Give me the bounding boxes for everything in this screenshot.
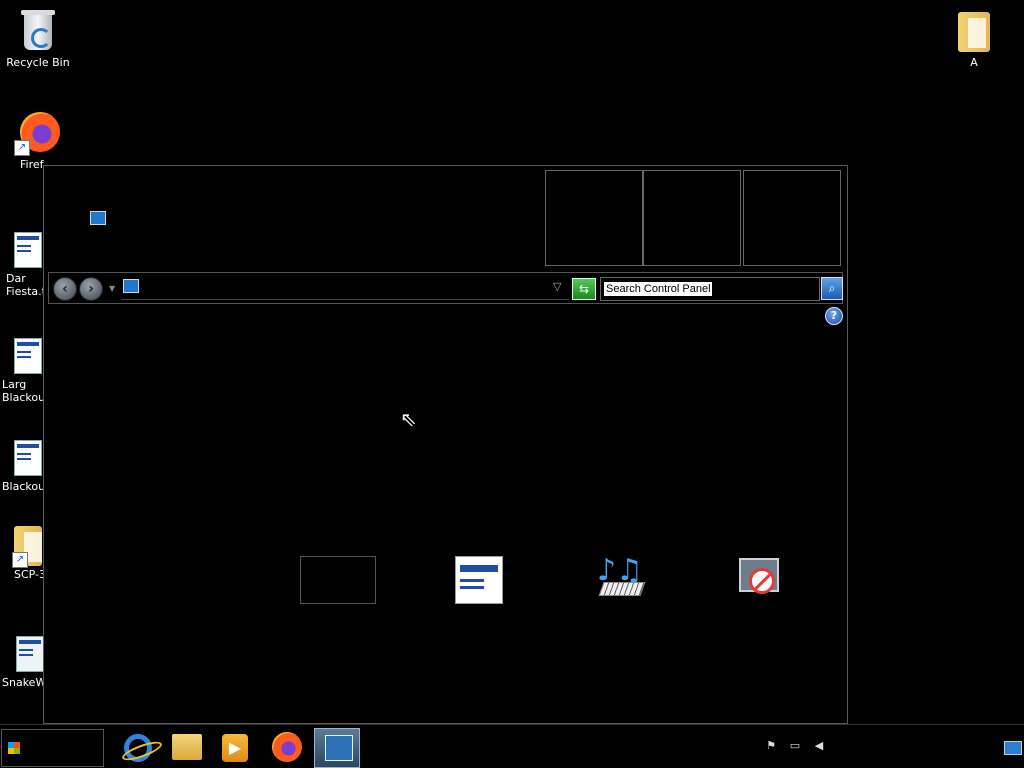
forward-button[interactable]: › [79, 277, 103, 301]
busy-cursor-icon: ⇖ [400, 407, 417, 431]
action-center-flag-icon[interactable]: ⚑ [764, 739, 778, 753]
close-button[interactable] [743, 170, 841, 266]
search-button[interactable]: ⌕ [821, 277, 843, 300]
taskbar-media-player[interactable]: ▶ [212, 728, 256, 766]
setup-icon [0, 628, 48, 676]
taskbar-internet-explorer[interactable] [114, 728, 158, 766]
network-icon[interactable]: ▭ [788, 739, 802, 753]
control-panel-item-empty[interactable] [300, 556, 376, 604]
desktop-icon-label: A [970, 56, 978, 69]
internet-explorer-icon [124, 734, 152, 762]
folder-icon [950, 6, 998, 54]
address-dropdown-icon[interactable]: ▽ [553, 280, 561, 293]
minimize-button[interactable] [545, 170, 643, 266]
help-button[interactable]: ? [825, 307, 843, 325]
desktop-icon-recycle-bin[interactable]: Recycle Bin [0, 6, 76, 69]
file-explorer-icon [172, 734, 202, 760]
firefox-icon: ↗ [14, 108, 62, 156]
desktop-icon-folder-a[interactable]: A [936, 6, 1012, 69]
recycle-bin-icon [14, 6, 62, 54]
taskbar-firefox[interactable] [264, 728, 308, 766]
control-panel-window[interactable]: ‹ › ▼ ▽ ⇆ ⌕ ? ⇖ ♪♫ [43, 165, 848, 724]
document-icon [0, 432, 48, 480]
shortcut-arrow-icon: ↗ [12, 552, 28, 568]
taskbar-control-panel[interactable] [314, 728, 360, 768]
control-panel-item-parental-controls[interactable] [737, 556, 785, 604]
document-icon [0, 224, 48, 272]
media-player-icon: ▶ [222, 734, 248, 762]
taskbar: ▶ ⚑ ▭ ◀ [0, 724, 1024, 768]
archive-icon: ↗ [0, 520, 48, 568]
control-panel-icon [123, 279, 139, 293]
back-button[interactable]: ‹ [53, 277, 77, 301]
recent-pages-dropdown[interactable]: ▼ [109, 284, 115, 293]
control-panel-icon [90, 211, 106, 225]
start-button[interactable] [1, 729, 104, 767]
search-box[interactable] [600, 277, 820, 301]
navigation-bar: ‹ › ▼ ▽ ⇆ ⌕ [48, 272, 843, 304]
show-desktop-button[interactable] [1004, 741, 1022, 755]
desktop-icon-firefox[interactable]: ↗ Firef [0, 108, 76, 171]
control-panel-item-document[interactable] [455, 556, 503, 604]
prohibited-icon [749, 568, 775, 594]
address-bar[interactable] [121, 277, 569, 300]
windows-logo-icon [8, 742, 20, 754]
volume-muted-icon[interactable]: ◀ [812, 739, 826, 753]
search-input[interactable] [604, 282, 712, 296]
taskbar-file-explorer[interactable] [164, 728, 208, 766]
firefox-icon [272, 732, 302, 762]
keyboard-icon [598, 582, 646, 596]
maximize-button[interactable] [643, 170, 741, 266]
shortcut-arrow-icon: ↗ [14, 140, 30, 156]
desktop-icon-label: Recycle Bin [6, 56, 70, 69]
document-icon [0, 330, 48, 378]
desktop: Recycle Bin ↗ Firef Dar Fiesta.t Larg Bl… [0, 0, 1024, 768]
refresh-button[interactable]: ⇆ [572, 278, 596, 300]
control-panel-icon [325, 735, 353, 761]
control-panel-item-sound[interactable]: ♪♫ [597, 556, 646, 604]
